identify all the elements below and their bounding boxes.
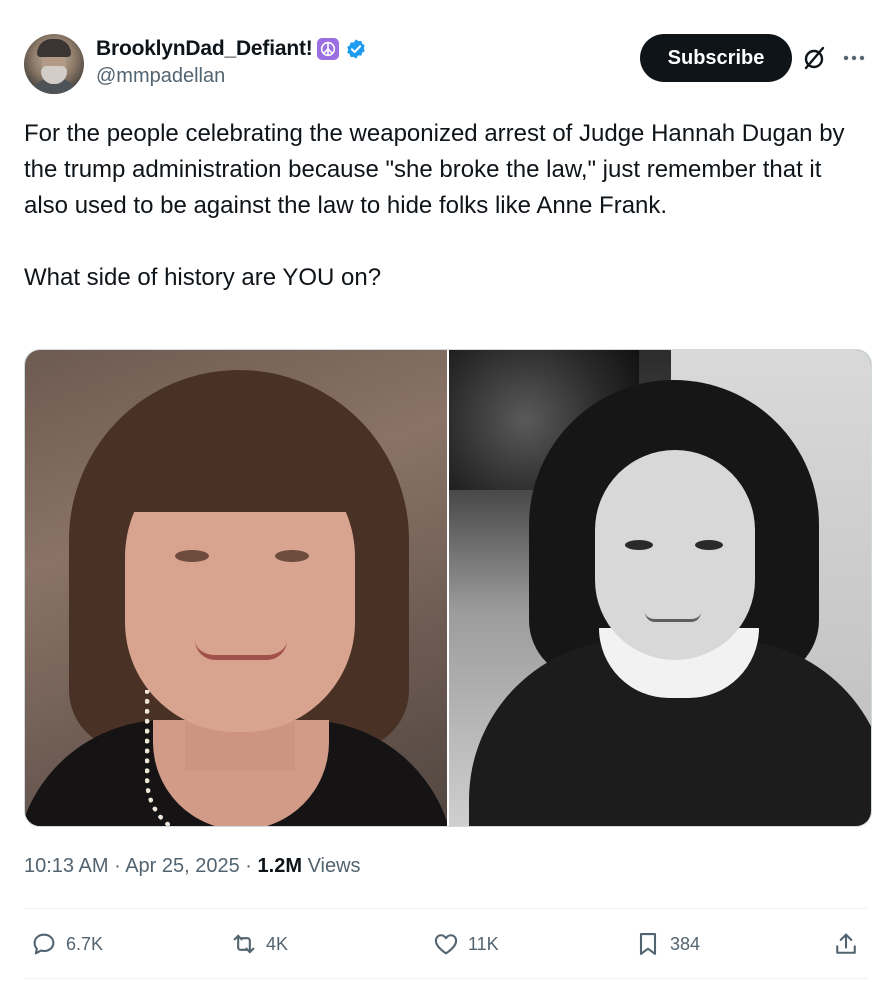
views-label: Views <box>307 855 361 877</box>
divider <box>24 978 868 979</box>
photo-left[interactable] <box>25 350 447 826</box>
handle[interactable]: @mmpadellan <box>96 65 367 88</box>
photo-right[interactable] <box>449 350 871 826</box>
bookmark-icon <box>639 933 657 955</box>
meta-separator: · <box>114 855 121 877</box>
more-icon[interactable] <box>840 44 868 72</box>
avatar[interactable] <box>24 34 84 94</box>
author-names: BrooklynDad_Defiant! @mmpadellan <box>96 36 367 88</box>
subscribe-button[interactable]: Subscribe <box>640 34 792 82</box>
like-button[interactable]: 11K <box>432 924 499 964</box>
retweet-button[interactable]: 4K <box>230 924 288 964</box>
media-grid <box>24 349 872 827</box>
grok-icon[interactable] <box>800 44 828 72</box>
tweet-header: BrooklynDad_Defiant! @mmpadellan Subscri… <box>24 34 868 98</box>
share-icon <box>836 933 856 954</box>
share-button[interactable] <box>832 924 860 964</box>
heart-icon <box>434 934 458 955</box>
verified-badge-icon <box>346 39 365 59</box>
views-count: 1.2M <box>257 855 302 877</box>
bookmark-button[interactable]: 384 <box>634 924 700 964</box>
divider <box>24 908 868 909</box>
like-count: 11K <box>468 933 499 954</box>
tweet-date[interactable]: Apr 25, 2025 <box>125 855 240 877</box>
tweet-meta: 10:13 AM · Apr 25, 2025 · 1.2M Views <box>24 855 361 878</box>
tweet-text: For the people celebrating the weaponize… <box>24 120 845 291</box>
reply-icon <box>33 933 55 955</box>
retweet-count: 4K <box>266 933 289 954</box>
display-name[interactable]: BrooklynDad_Defiant! <box>96 37 313 61</box>
bookmark-count: 384 <box>670 933 701 954</box>
action-bar: 6.7K 4K 11K 384 <box>24 924 868 964</box>
reply-button[interactable]: 6.7K <box>30 924 103 964</box>
retweet-icon <box>233 934 255 954</box>
meta-separator: · <box>245 855 252 877</box>
reply-count: 6.7K <box>66 933 104 954</box>
peace-sign-icon <box>316 38 339 60</box>
tweet-time[interactable]: 10:13 AM <box>24 855 109 877</box>
